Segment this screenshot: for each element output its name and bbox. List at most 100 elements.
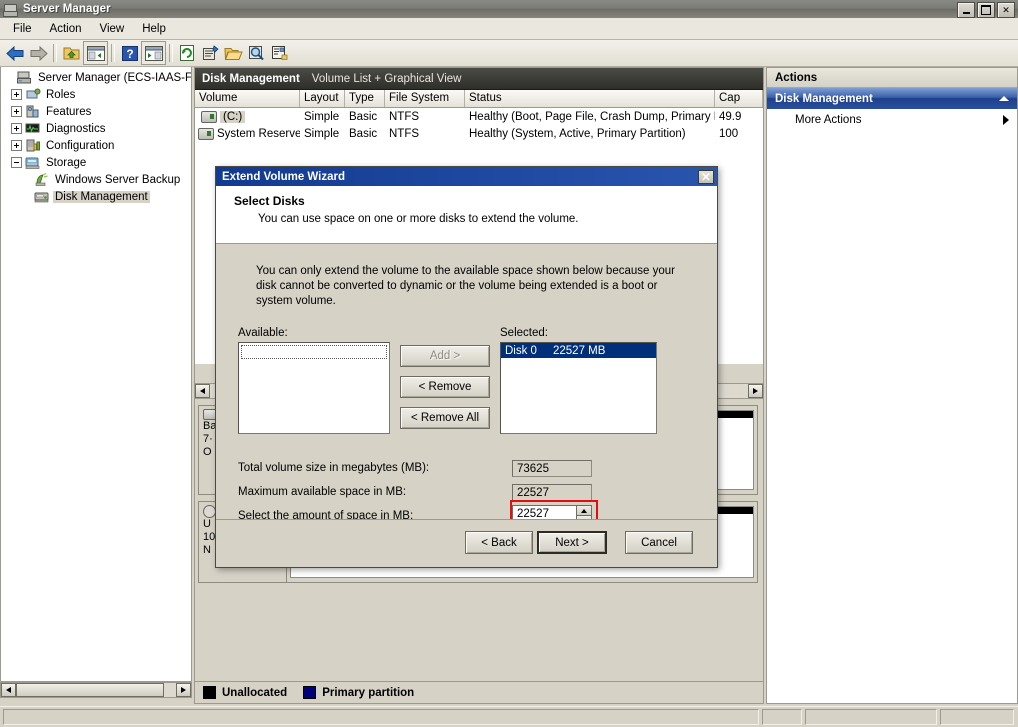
volume-name: (C:) bbox=[220, 110, 246, 123]
remove-all-button[interactable]: < Remove All bbox=[400, 407, 490, 429]
expander-storage[interactable] bbox=[11, 157, 22, 168]
sidebar-item-disk-management-label: Disk Management bbox=[53, 190, 150, 203]
legend-swatch-unallocated bbox=[203, 686, 216, 699]
status-pane-2 bbox=[805, 709, 937, 725]
action-item-more-actions[interactable]: More Actions bbox=[767, 109, 1017, 131]
expander-configuration[interactable] bbox=[11, 140, 22, 151]
tree-scroll-thumb[interactable] bbox=[16, 683, 164, 697]
sidebar-item-configuration[interactable]: Configuration bbox=[1, 137, 191, 154]
sidebar-item-features[interactable]: Features bbox=[1, 103, 191, 120]
total-volume-size-field: 73625 bbox=[512, 459, 592, 477]
server-icon bbox=[2, 1, 18, 17]
remove-button[interactable]: < Remove bbox=[400, 376, 490, 398]
sidebar-item-diagnostics[interactable]: Diagnostics bbox=[1, 120, 191, 137]
report-icon[interactable] bbox=[268, 42, 291, 64]
volume-capacity: 49.9 bbox=[719, 110, 742, 123]
open-folder-icon[interactable] bbox=[222, 42, 245, 64]
features-icon bbox=[25, 104, 41, 119]
tree-scroll-left-button[interactable] bbox=[1, 683, 16, 697]
menu-action[interactable]: Action bbox=[41, 20, 91, 38]
chevron-right-icon bbox=[1003, 115, 1009, 125]
tree-scroll-track[interactable] bbox=[164, 683, 176, 697]
tree-scroll-right-button[interactable] bbox=[176, 683, 191, 697]
sidebar-item-windows-server-backup[interactable]: Windows Server Backup bbox=[1, 171, 191, 188]
wizard-body: You can only extend the volume to the av… bbox=[216, 244, 717, 529]
column-header-file-system[interactable]: File System bbox=[385, 90, 465, 107]
selected-disks-list[interactable]: Disk 0 22527 MB bbox=[500, 342, 657, 434]
back-icon[interactable] bbox=[4, 42, 27, 64]
list-item[interactable]: Disk 0 22527 MB bbox=[501, 343, 656, 358]
refresh-icon[interactable] bbox=[176, 42, 199, 64]
sidebar-item-roles[interactable]: Roles bbox=[1, 86, 191, 103]
volume-name: System Reserved bbox=[217, 127, 300, 140]
close-button[interactable]: ✕ bbox=[997, 2, 1015, 18]
sidebar-item-disk-management[interactable]: Disk Management bbox=[1, 188, 191, 205]
column-header-status[interactable]: Status bbox=[465, 90, 715, 107]
tree-horizontal-scrollbar[interactable] bbox=[0, 682, 192, 698]
volume-type: Basic bbox=[349, 110, 378, 123]
available-disks-list[interactable] bbox=[238, 342, 390, 434]
tree-root-label: Server Manager (ECS-IAAS-F00373 bbox=[38, 71, 192, 84]
volume-file-system: NTFS bbox=[389, 110, 420, 123]
properties-icon[interactable] bbox=[199, 42, 222, 64]
column-header-volume[interactable]: Volume bbox=[195, 90, 300, 107]
chevron-up-icon[interactable] bbox=[999, 96, 1009, 101]
title-bar: Server Manager ✕ bbox=[0, 0, 1018, 19]
wizard-heading: Select Disks bbox=[234, 194, 305, 208]
legend-label-unallocated: Unallocated bbox=[222, 686, 288, 699]
column-header-capacity[interactable]: Cap bbox=[715, 90, 763, 107]
tree-root[interactable]: Server Manager (ECS-IAAS-F00373 bbox=[1, 69, 191, 86]
status-pane-1 bbox=[762, 709, 802, 725]
toolbar-separator-3 bbox=[169, 44, 173, 62]
minimize-button[interactable] bbox=[957, 2, 975, 18]
forward-icon[interactable] bbox=[27, 42, 50, 64]
actions-pane-header: Actions bbox=[767, 68, 1017, 88]
console-tree-pane[interactable]: Server Manager (ECS-IAAS-F00373 Roles Fe… bbox=[0, 67, 192, 682]
sidebar-item-configuration-label: Configuration bbox=[46, 139, 115, 152]
sidebar-item-storage[interactable]: Storage bbox=[1, 154, 191, 171]
maximum-available-space-label: Maximum available space in MB: bbox=[238, 486, 407, 498]
disk-management-icon bbox=[34, 189, 50, 204]
expander-diagnostics[interactable] bbox=[11, 123, 22, 134]
toolbar-separator-2 bbox=[111, 44, 115, 62]
help-icon[interactable]: ? bbox=[118, 42, 141, 64]
show-tree-icon[interactable] bbox=[83, 41, 108, 65]
column-header-type[interactable]: Type bbox=[345, 90, 385, 107]
sidebar-item-diagnostics-label: Diagnostics bbox=[46, 122, 106, 135]
cancel-button[interactable]: Cancel bbox=[625, 531, 693, 554]
actions-group-disk-management[interactable]: Disk Management bbox=[767, 88, 1017, 109]
menu-help[interactable]: Help bbox=[133, 20, 175, 38]
disk-management-header: Disk Management Volume List + Graphical … bbox=[195, 68, 763, 90]
column-header-layout[interactable]: Layout bbox=[300, 90, 345, 107]
volume-type: Basic bbox=[349, 127, 378, 140]
restore-button[interactable] bbox=[977, 2, 995, 18]
sidebar-item-features-label: Features bbox=[46, 105, 92, 118]
actions-group-label: Disk Management bbox=[775, 92, 873, 105]
server-icon bbox=[17, 70, 33, 85]
wizard-close-button[interactable]: ✕ bbox=[698, 169, 714, 184]
menu-file[interactable]: File bbox=[4, 20, 41, 38]
storage-icon bbox=[25, 155, 41, 170]
table-row[interactable]: (C:) Simple Basic NTFS Healthy (Boot, Pa… bbox=[195, 108, 763, 125]
expander-features[interactable] bbox=[11, 106, 22, 117]
menu-view[interactable]: View bbox=[91, 20, 134, 38]
next-button[interactable]: Next > bbox=[537, 531, 607, 554]
diagnostics-icon bbox=[25, 121, 41, 136]
volume-list-header: Volume Layout Type File System Status Ca… bbox=[195, 90, 763, 108]
selected-disk-name: Disk 0 bbox=[505, 344, 537, 357]
window-title: Server Manager bbox=[23, 3, 111, 15]
window-controls: ✕ bbox=[957, 2, 1015, 18]
search-icon[interactable] bbox=[245, 42, 268, 64]
show-action-pane-icon[interactable] bbox=[141, 41, 166, 65]
volume-icon bbox=[198, 127, 214, 140]
spinner-up-button[interactable] bbox=[576, 505, 592, 516]
sidebar-item-roles-label: Roles bbox=[46, 88, 76, 101]
expander-roles[interactable] bbox=[11, 89, 22, 100]
add-button[interactable]: Add > bbox=[400, 345, 490, 367]
volume-scroll-left-button[interactable] bbox=[195, 384, 210, 398]
back-button[interactable]: < Back bbox=[465, 531, 533, 554]
legend: Unallocated Primary partition bbox=[195, 681, 763, 703]
up-folder-icon[interactable] bbox=[60, 42, 83, 64]
table-row[interactable]: System Reserved Simple Basic NTFS Health… bbox=[195, 125, 763, 142]
volume-scroll-right-button[interactable] bbox=[748, 384, 763, 398]
